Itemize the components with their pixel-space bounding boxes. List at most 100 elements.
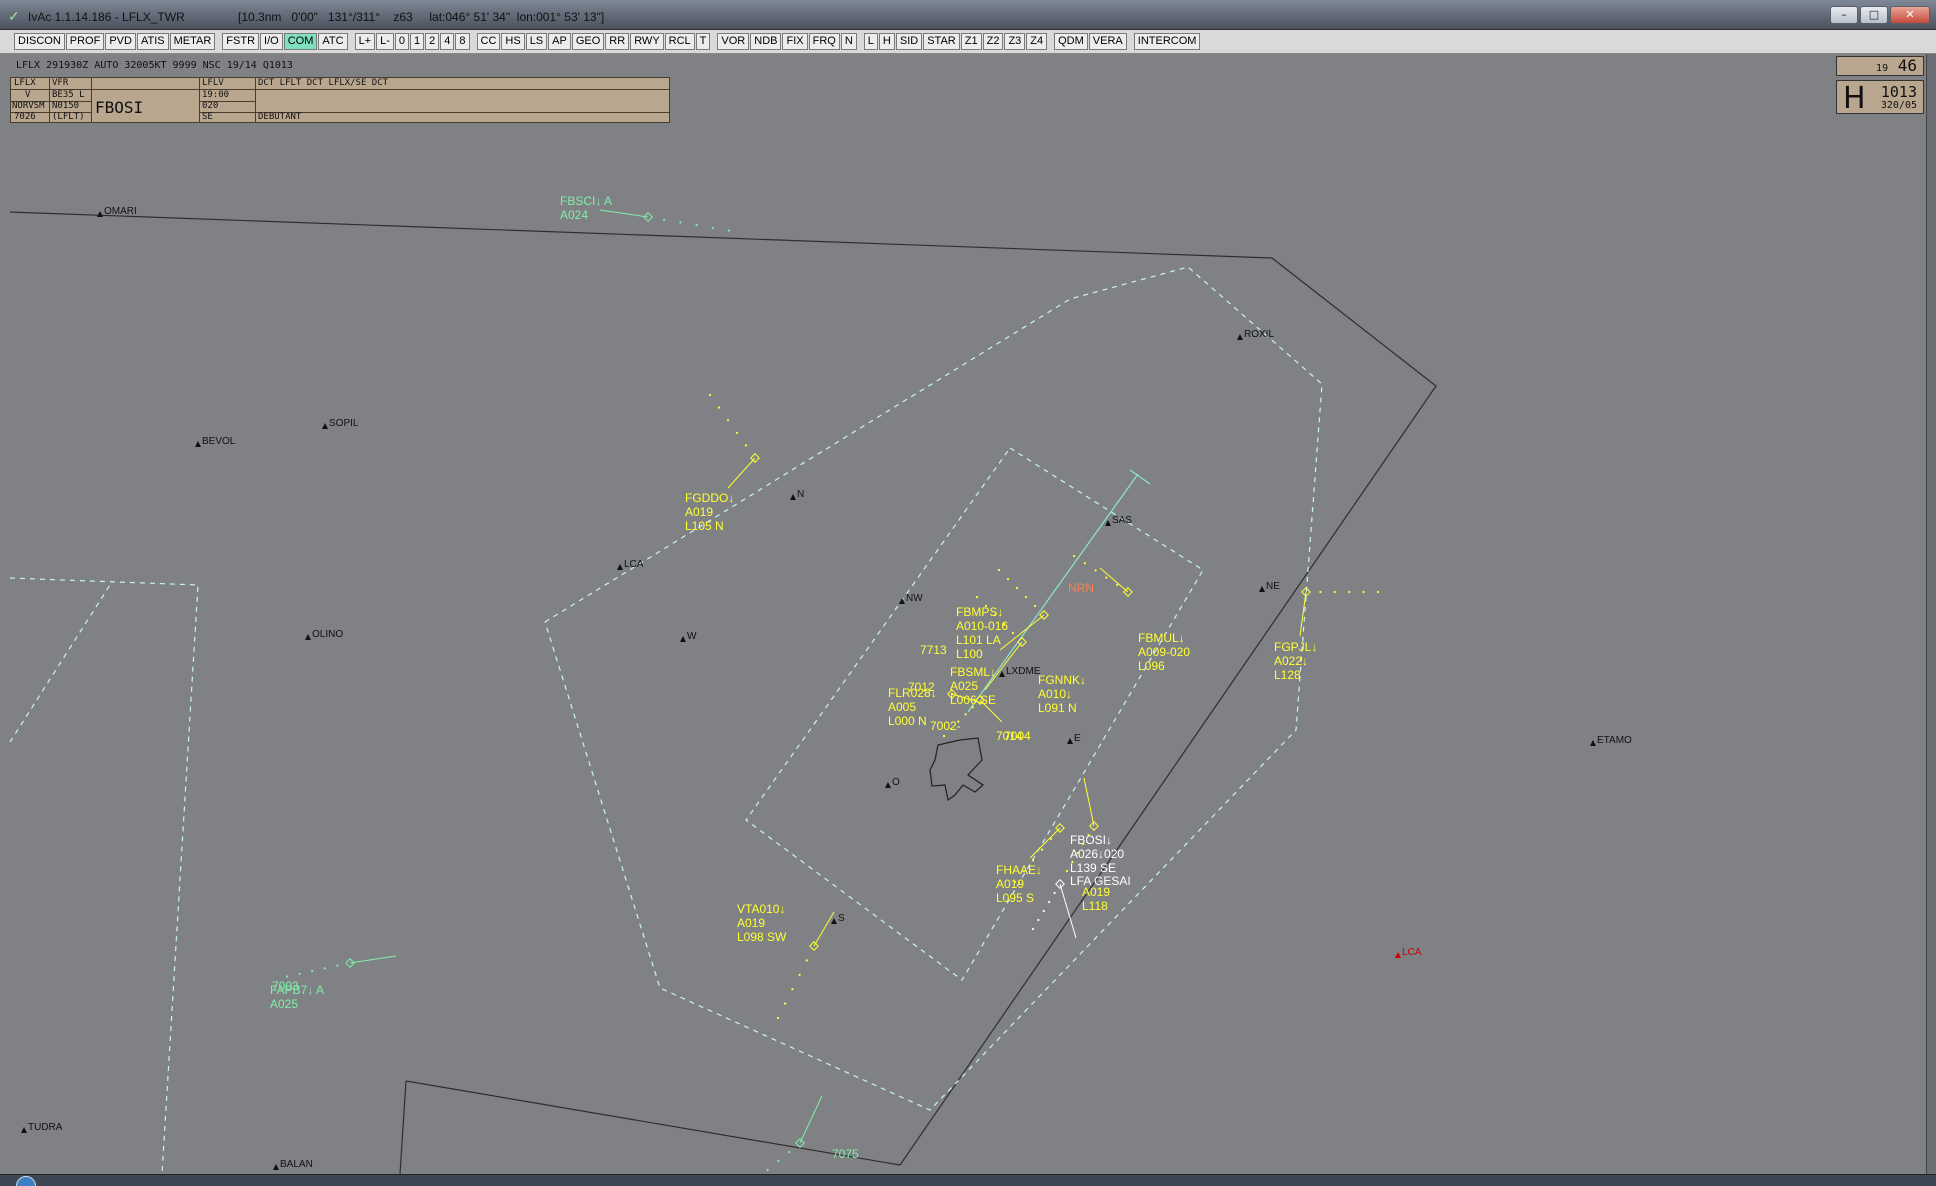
toolbar-button-atc[interactable]: ATC (318, 33, 348, 50)
toolbar-button-geo[interactable]: GEO (571, 33, 605, 50)
aircraft-label-fgpjl[interactable]: L128 (1274, 668, 1301, 682)
toolbar-button-star[interactable]: STAR (923, 33, 960, 50)
fix-marker (1259, 586, 1265, 592)
toolbar-button-t[interactable]: T (695, 33, 711, 50)
toolbar-button-4[interactable]: 4 (440, 33, 455, 50)
toolbar-button-l-[interactable]: L- (376, 33, 394, 50)
aircraft-label-fgpjl[interactable]: A022↓ (1274, 654, 1308, 668)
aircraft-label-fhaae[interactable]: A019 (996, 877, 1024, 891)
toolbar-button-qdm[interactable]: QDM (1054, 33, 1088, 50)
toolbar-button-n[interactable]: N (840, 33, 857, 50)
history-dot (323, 967, 326, 970)
toolbar-button-hs[interactable]: HS (501, 33, 525, 50)
aircraft-label-a019b[interactable]: L118 (1082, 899, 1108, 913)
minimize-button[interactable]: – (1830, 6, 1858, 24)
aircraft-label-vta010[interactable]: L098 SW (737, 930, 787, 944)
aircraft-label-n7713[interactable]: 7713 (920, 643, 947, 657)
aircraft-label-fbmps[interactable]: L100 (956, 647, 983, 661)
radar-scope[interactable]: OMARI ROXIL SOPIL BEVOL N SAS LCA NW NE OLINO W LXD… (0, 54, 1936, 1174)
aircraft-label-fhaae[interactable]: L095 S (996, 891, 1034, 905)
toolbar-button-cc[interactable]: CC (476, 33, 501, 50)
toolbar-button-ndb[interactable]: NDB (750, 33, 782, 50)
aircraft-label-fgddo[interactable]: FGDDO↓ (685, 491, 734, 505)
aircraft-label-fgddo[interactable]: L105 N (685, 519, 724, 533)
toolbar-button-fix[interactable]: FIX (782, 33, 808, 50)
aircraft-label-nrwy[interactable]: NRN (1068, 581, 1094, 595)
history-dot (1083, 562, 1086, 565)
aircraft-label-n7004[interactable]: 7004 (1004, 729, 1031, 743)
aircraft-label-fgpjl[interactable]: FGPJL↓ (1274, 640, 1317, 654)
fix-label: E (1074, 733, 1081, 744)
history-dot (791, 988, 794, 991)
toolbar-button-8[interactable]: 8 (455, 33, 470, 50)
aircraft-label-fgnnk[interactable]: FGNNK↓ (1038, 673, 1086, 687)
toolbar-button-1[interactable]: 1 (410, 33, 425, 50)
toolbar-button-z4[interactable]: Z4 (1026, 33, 1048, 50)
toolbar-button-z2[interactable]: Z2 (982, 33, 1004, 50)
aircraft-label-fgnnk[interactable]: L091 N (1038, 701, 1077, 715)
aircraft-label-fbsml[interactable]: A025 (950, 679, 978, 693)
right-scrollbar[interactable] (1926, 54, 1936, 1174)
aircraft-label-fbmps[interactable]: L101 LA (956, 633, 1001, 647)
toolbar-button-z3[interactable]: Z3 (1004, 33, 1026, 50)
toolbar-button-com[interactable]: COM (283, 33, 318, 50)
ctr-dashed (9, 266, 1323, 1174)
history-dot (285, 975, 289, 978)
toolbar-button-i-o[interactable]: I/O (260, 33, 283, 50)
aircraft-label-a019b[interactable]: A019 (1082, 885, 1110, 899)
fix-label: SAS (1112, 515, 1132, 526)
toolbar-button-rr[interactable]: RR (605, 33, 630, 50)
toolbar-button-l[interactable]: L (863, 33, 878, 50)
aircraft-label-flr028[interactable]: FLR028↓ (888, 686, 937, 700)
toolbar-button-atis[interactable]: ATIS (136, 33, 169, 50)
aircraft-label-n7003[interactable]: 7003 (272, 979, 299, 993)
history-dot (1053, 891, 1056, 895)
toolbar-button-sid[interactable]: SID (895, 33, 923, 50)
close-button[interactable]: ✕ (1890, 6, 1930, 24)
toolbar-button-ap[interactable]: AP (548, 33, 571, 50)
toolbar-button-ls[interactable]: LS (525, 33, 548, 50)
aircraft-label-fbmul[interactable]: L096 (1138, 659, 1165, 673)
aircraft-label-fgnnk[interactable]: A010↓ (1038, 687, 1072, 701)
aircraft-label-n7075[interactable]: 7075 (832, 1147, 859, 1161)
fix-marker (831, 918, 837, 924)
toolbar-button-vera[interactable]: VERA (1088, 33, 1127, 50)
aircraft-label-fbmps[interactable]: FBMPS↓ (956, 605, 1003, 619)
aircraft-label-fbmul[interactable]: FBMUL↓ (1138, 631, 1185, 645)
aircraft-label-fbmps[interactable]: A010-016 (956, 619, 1008, 633)
aircraft-label-n7002[interactable]: 7002- (930, 719, 961, 733)
toolbar-button-intercom[interactable]: INTERCOM (1133, 33, 1201, 50)
start-button[interactable] (16, 1176, 36, 1186)
aircraft-label-fbsci[interactable]: FBSCI↓ A (560, 194, 612, 208)
aircraft-label-fbsci[interactable]: A024 (560, 208, 588, 222)
aircraft-label-fgddo[interactable]: A019 (685, 505, 713, 519)
maximize-button[interactable]: □ (1860, 6, 1888, 24)
toolbar-button-discon[interactable]: DISCON (14, 33, 65, 50)
toolbar-button-2[interactable]: 2 (425, 33, 440, 50)
aircraft-label-flr028[interactable]: L000 N (888, 714, 927, 728)
toolbar-button-pvd[interactable]: PVD (105, 33, 136, 50)
aircraft-label-fapb7[interactable]: A025 (270, 997, 298, 1011)
toolbar-button-rcl[interactable]: RCL (664, 33, 695, 50)
aircraft-label-vta010[interactable]: A019 (737, 916, 765, 930)
toolbar-button-metar[interactable]: METAR (169, 33, 216, 50)
toolbar-button-z1[interactable]: Z1 (960, 33, 982, 50)
toolbar-button-fstr[interactable]: FSTR (222, 33, 260, 50)
toolbar-button-frq[interactable]: FRQ (808, 33, 840, 50)
toolbar-button-h[interactable]: H (878, 33, 895, 50)
history-dot (311, 970, 314, 973)
aircraft-label-fhaae[interactable]: FHAAE↓ (996, 863, 1042, 877)
aircraft-label-vta010[interactable]: VTA010↓ (737, 902, 785, 916)
os-taskbar (0, 1174, 1936, 1186)
aircraft-label-fbmul[interactable]: A009-020 (1138, 645, 1190, 659)
aircraft-label-fbosi[interactable]: FBOSI↓ (1070, 833, 1112, 847)
toolbar-button-rwy[interactable]: RWY (630, 33, 664, 50)
aircraft-label-flr028[interactable]: A005 (888, 700, 916, 714)
toolbar-button-0[interactable]: 0 (394, 33, 410, 50)
fix-marker (21, 1127, 27, 1133)
toolbar-button-prof[interactable]: PROF (65, 33, 105, 50)
aircraft-label-fbosi[interactable]: L139 SE (1070, 861, 1116, 875)
toolbar-button-l-[interactable]: L+ (354, 33, 376, 50)
toolbar-button-vor[interactable]: VOR (717, 33, 750, 50)
aircraft-label-fbsml[interactable]: FBSML↓ (950, 665, 996, 679)
